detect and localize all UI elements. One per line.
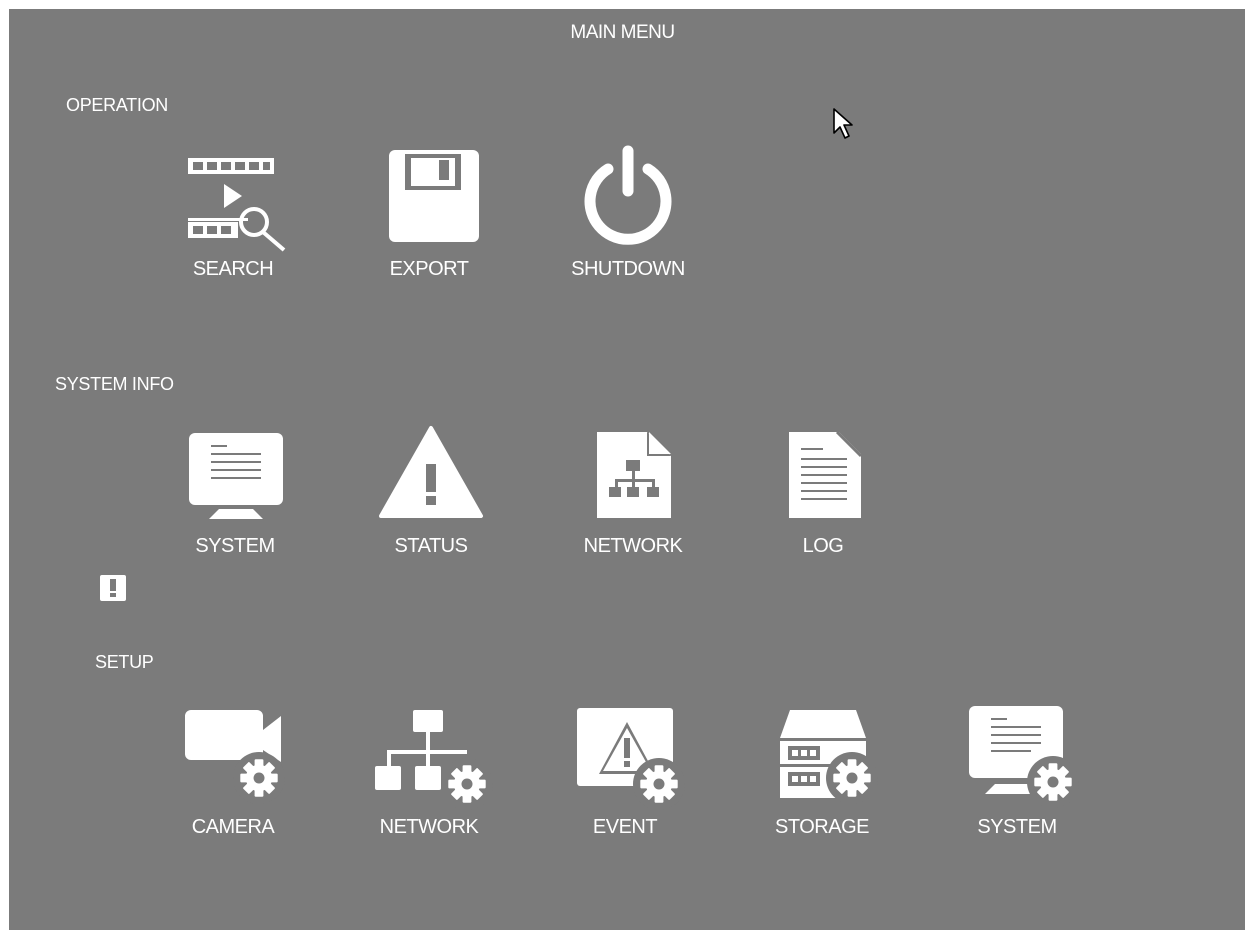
event-label: EVENT <box>592 816 658 838</box>
network-document-icon <box>597 432 671 518</box>
info-network-label: NETWORK <box>583 535 683 557</box>
storage-label: STORAGE <box>775 816 869 838</box>
search-label: SEARCH <box>192 258 274 280</box>
status-label: STATUS <box>394 535 468 557</box>
setup-network-label: NETWORK <box>379 816 479 838</box>
event-gear-icon <box>577 708 685 810</box>
section-operation-label: OPERATION <box>66 95 168 115</box>
setup-system-label: SYSTEM <box>977 816 1057 838</box>
warning-triangle-icon <box>379 426 483 518</box>
info-system-label: SYSTEM <box>195 535 275 557</box>
section-system-info-label: SYSTEM INFO <box>55 374 174 394</box>
monitor-gear-icon <box>969 706 1079 808</box>
log-document-icon <box>789 430 863 518</box>
camera-gear-icon <box>185 710 285 804</box>
alert-indicator-icon[interactable] <box>100 575 126 601</box>
power-icon <box>584 145 672 245</box>
monitor-icon <box>189 433 283 519</box>
camera-label: CAMERA <box>191 816 275 838</box>
section-setup-label: SETUP <box>95 652 154 672</box>
shutdown-label: SHUTDOWN <box>571 258 685 280</box>
video-search-icon <box>188 158 286 252</box>
mouse-pointer-icon <box>833 108 853 139</box>
log-label: LOG <box>802 535 844 557</box>
network-gear-icon <box>375 710 493 810</box>
export-label: EXPORT <box>389 258 469 280</box>
page-title: MAIN MENU <box>570 22 675 43</box>
storage-gear-icon <box>780 710 878 804</box>
floppy-disk-icon <box>389 150 479 242</box>
